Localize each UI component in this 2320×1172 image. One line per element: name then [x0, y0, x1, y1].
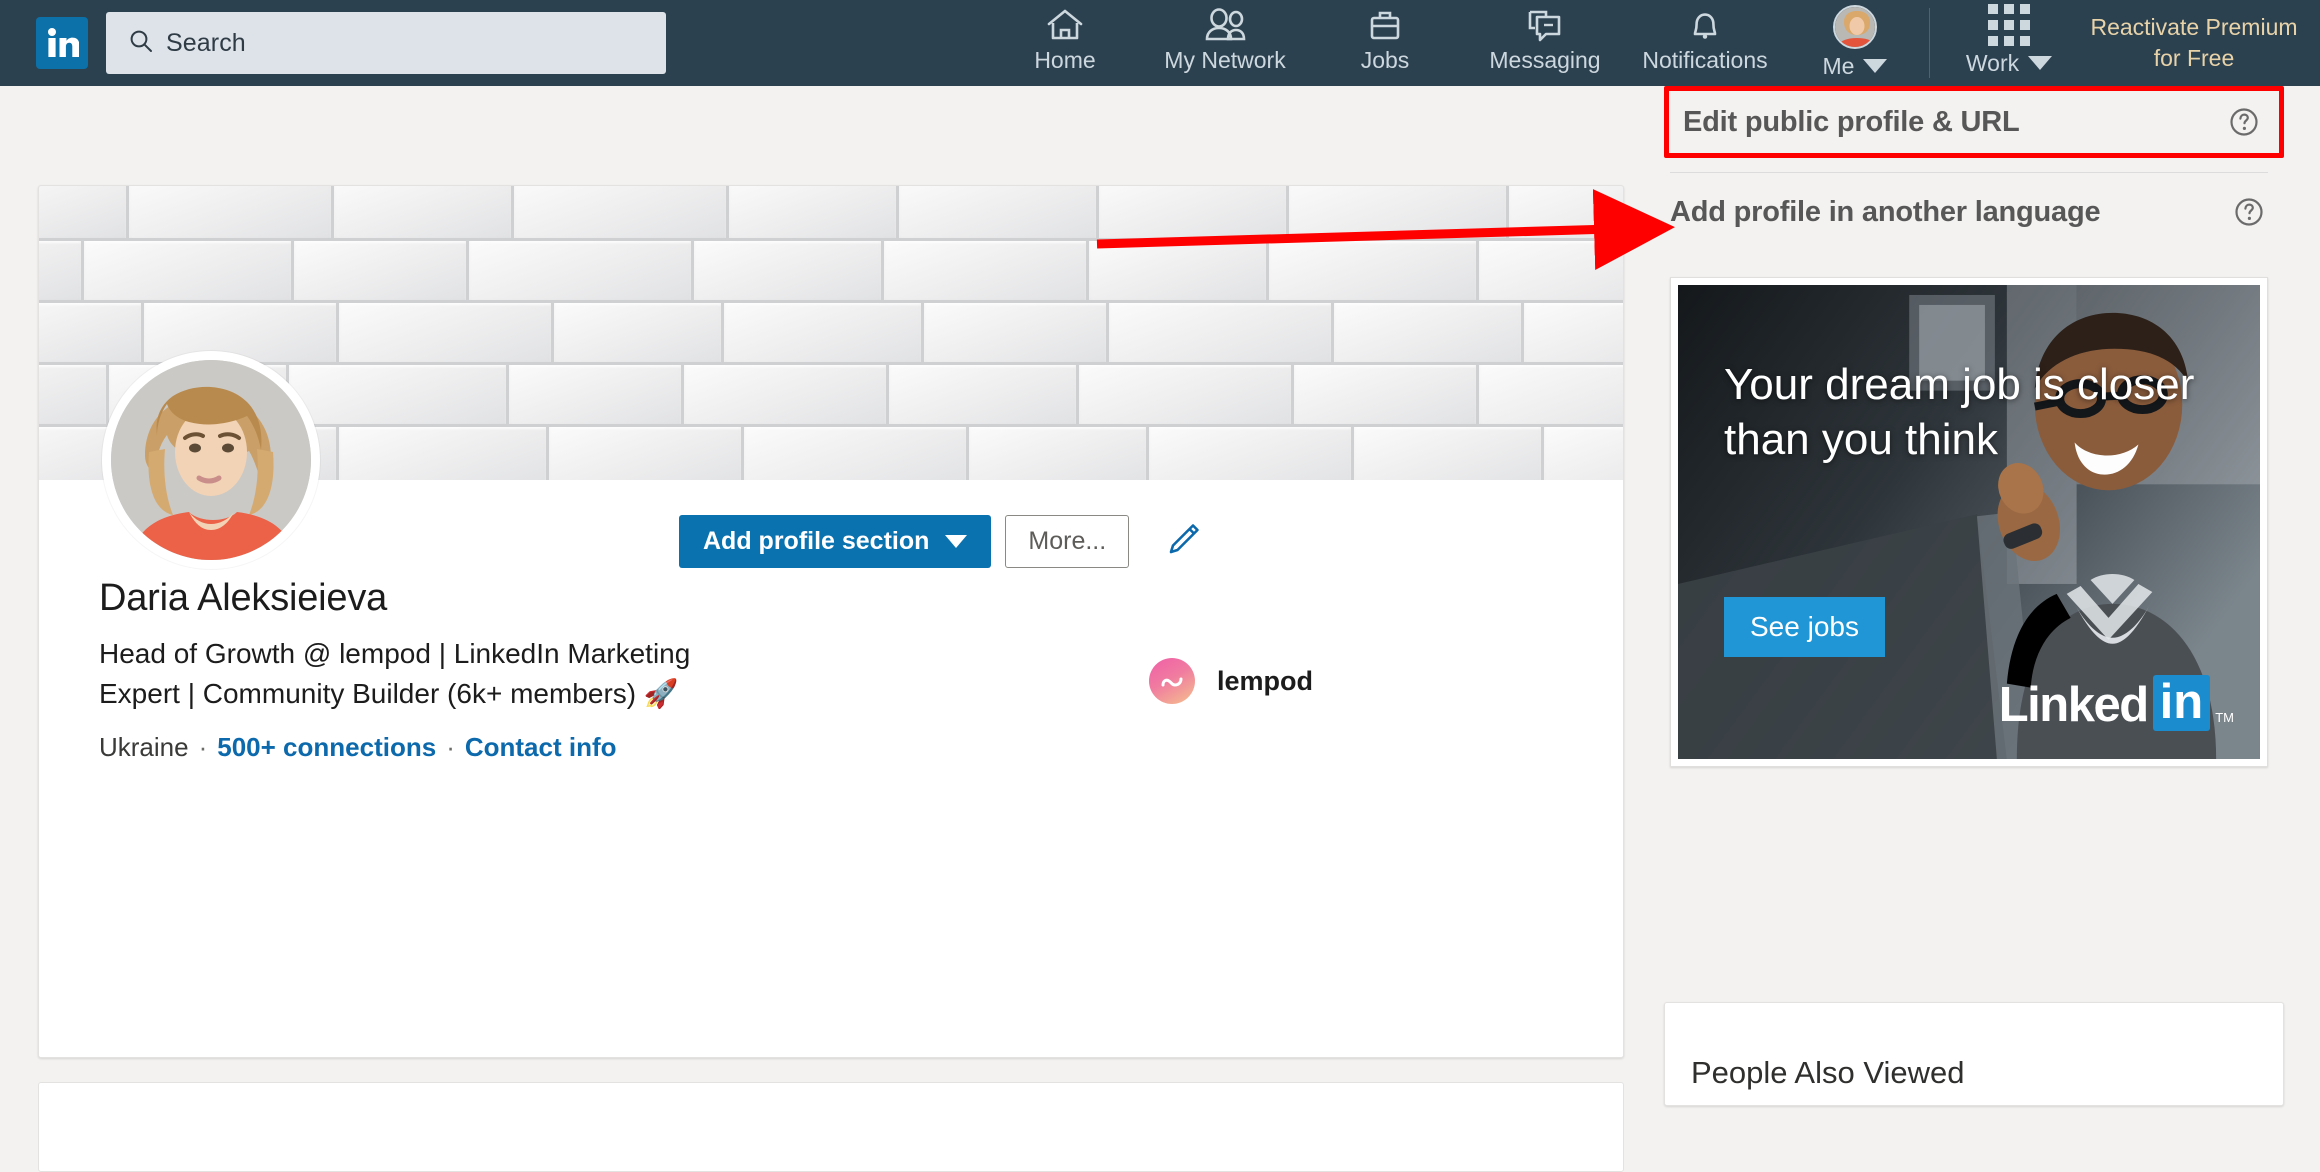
profile-photo[interactable] — [102, 351, 320, 569]
question-circle-icon[interactable] — [2232, 195, 2266, 229]
nav-item-work-row: Work — [1965, 49, 2053, 77]
more-button[interactable]: More... — [1005, 515, 1130, 568]
message-icon — [1524, 4, 1566, 46]
bell-icon — [1686, 4, 1724, 46]
nav-item-notifications-label: Notifications — [1642, 47, 1768, 73]
nav-item-notifications[interactable]: Notifications — [1625, 0, 1785, 86]
profile-identity: Daria Aleksieieva Head of Growth @ lempo… — [99, 574, 1079, 764]
nav-item-home-label: Home — [1034, 47, 1096, 73]
people-icon — [1202, 4, 1248, 46]
add-profile-section-label: Add profile section — [703, 527, 930, 555]
nav-item-messaging[interactable]: Messaging — [1465, 0, 1625, 86]
next-profile-section-card — [38, 1082, 1624, 1172]
search-placeholder: Search — [166, 28, 246, 57]
linkedin-logo-icon[interactable] — [36, 17, 88, 69]
profile-action-buttons: Add profile section More... — [679, 515, 1209, 568]
lempod-logo-icon — [1149, 658, 1195, 704]
search-icon — [128, 28, 154, 59]
chevron-down-icon — [2028, 56, 2053, 70]
avatar — [1833, 5, 1877, 49]
profile-headline: Head of Growth @ lempod | LinkedIn Marke… — [99, 638, 691, 709]
linkedin-wordmark-text: Linked — [1998, 678, 2149, 732]
nav-item-jobs-label: Jobs — [1360, 47, 1410, 73]
question-circle-icon[interactable] — [2227, 105, 2261, 139]
edit-profile-pencil-button[interactable] — [1157, 516, 1209, 568]
nav-item-work[interactable]: Work — [1934, 0, 2084, 86]
nav-item-me-label: Me — [1822, 53, 1855, 79]
nav-item-messaging-label: Messaging — [1489, 47, 1601, 73]
nav-item-home[interactable]: Home — [985, 0, 1145, 86]
people-also-viewed-card: People Also Viewed — [1664, 1002, 2284, 1106]
current-company-name: lempod — [1217, 665, 1314, 696]
advertisement-headline: Your dream job is closer than you think — [1724, 360, 2195, 464]
nav-item-me[interactable]: Me — [1785, 0, 1925, 86]
pencil-icon — [1163, 520, 1203, 563]
contact-info-link[interactable]: Contact info — [465, 730, 617, 764]
edit-public-profile-url-link[interactable]: Edit public profile & URL — [1664, 86, 2284, 158]
nav-item-my-network[interactable]: My Network — [1145, 0, 1305, 86]
chevron-down-icon — [945, 535, 968, 548]
reactivate-premium-link[interactable]: Reactivate Premium for Free — [2084, 0, 2304, 86]
advertisement-card[interactable]: Your dream job is closer than you think … — [1670, 277, 2268, 767]
grid-icon — [1988, 4, 2030, 46]
meta-separator: · — [446, 732, 455, 762]
search-input[interactable]: Search — [106, 12, 666, 74]
profile-location: Ukraine — [99, 732, 189, 762]
nav-item-list: Home My Network Jobs Messaging Notificat… — [985, 0, 2320, 86]
edit-public-profile-url-label: Edit public profile & URL — [1683, 105, 2020, 138]
page-title: Daria Aleksieieva — [99, 577, 388, 619]
right-sidebar: Edit public profile & URL Add profile in… — [1664, 86, 2284, 767]
current-company[interactable]: lempod — [1149, 658, 1313, 704]
add-profile-another-language-label: Add profile in another language — [1670, 195, 2101, 228]
linkedin-wordmark-box: in — [2152, 675, 2211, 731]
chevron-down-icon — [1863, 59, 1888, 73]
profile-card: Add profile section More... Daria Aleksi… — [38, 185, 1624, 1058]
connections-link[interactable]: 500+ connections — [217, 730, 436, 764]
nav-item-jobs[interactable]: Jobs — [1305, 0, 1465, 86]
nav-item-my-network-label: My Network — [1164, 47, 1286, 73]
see-jobs-button[interactable]: See jobs — [1724, 597, 1885, 657]
home-icon — [1045, 4, 1085, 46]
nav-item-me-row: Me — [1823, 52, 1888, 80]
linkedin-wordmark: Linked in TM — [1999, 675, 2234, 731]
trademark-symbol: TM — [2215, 710, 2234, 725]
nav-item-work-label: Work — [1965, 50, 2020, 76]
page-body: Add profile section More... Daria Aleksi… — [0, 86, 2320, 1172]
people-also-viewed-title: People Also Viewed — [1691, 1055, 1965, 1090]
add-profile-section-button[interactable]: Add profile section — [679, 515, 992, 568]
briefcase-icon — [1366, 4, 1404, 46]
global-navigation-bar: Search Home My Network Jobs Messaging No… — [0, 0, 2320, 86]
meta-separator: · — [198, 732, 208, 762]
advertisement-inner: Your dream job is closer than you think … — [1678, 285, 2260, 759]
add-profile-another-language-link[interactable]: Add profile in another language — [1664, 173, 2284, 251]
nav-divider — [1929, 8, 1930, 78]
profile-meta: Ukraine · 500+ connections · Contact inf… — [99, 730, 1079, 764]
